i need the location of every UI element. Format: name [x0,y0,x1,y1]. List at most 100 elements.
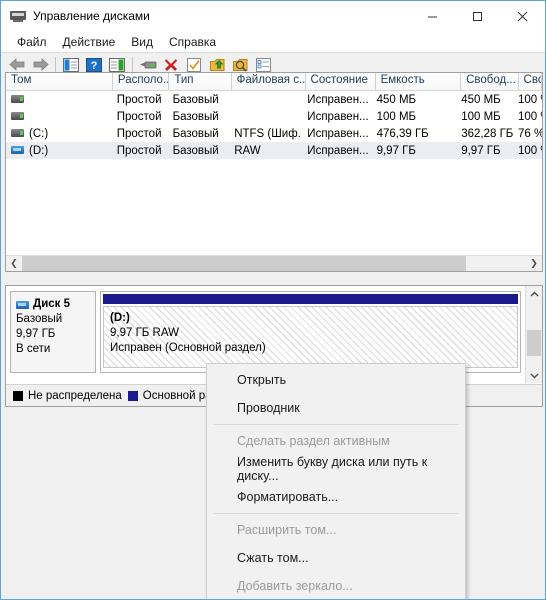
column-header-layout[interactable]: Располо... [113,73,169,90]
menu-item-mark-partition-active: Сделать раздел активным [207,427,465,455]
menu-help[interactable]: Справка [161,33,224,51]
cell-free-space: 450 МБ [456,94,513,106]
column-header-free-percent[interactable]: Своб [519,73,542,90]
cell-volume [6,94,112,106]
volume-list-header: Том Располо... Тип Файловая с... Состоян… [6,73,542,91]
menu-item-open[interactable]: Открыть [207,366,465,394]
cell-status: Исправен... [302,94,371,106]
partition-size-fs: 9,97 ГБ RAW [110,326,517,341]
menu-action[interactable]: Действие [55,33,124,51]
cell-type: Базовый [168,94,230,106]
cell-free-space: 362,28 ГБ [456,128,513,140]
table-row[interactable]: Простой Базовый Исправен... 100 МБ 100 М… [6,108,542,125]
cell-status: Исправен... [302,145,371,157]
partition-color-bar [103,294,518,304]
close-button[interactable] [500,1,545,31]
cell-capacity: 476,39 ГБ [372,128,457,140]
menu-item-explore[interactable]: Проводник [207,394,465,422]
volume-drive-icon [11,146,24,154]
menu-view[interactable]: Вид [123,33,161,51]
window-controls [410,1,545,31]
volume-drive-icon [11,129,24,137]
menu-item-add-mirror: Добавить зеркало... [207,572,465,600]
cell-free-percent: 100 % [513,94,542,106]
cell-capacity: 9,97 ГБ [372,145,457,157]
cell-layout: Простой [112,111,168,123]
minimize-button[interactable] [410,1,455,31]
maximize-button[interactable] [455,1,500,31]
menu-item-format[interactable]: Форматировать... [207,483,465,511]
volume-list-hscrollbar[interactable]: ❮ ❯ [6,255,542,271]
cell-status: Исправен... [302,128,371,140]
cell-filesystem: RAW [229,145,302,157]
cell-type: Базовый [168,111,230,123]
column-header-free-space[interactable]: Свобод... [461,73,518,90]
cell-free-percent: 100 % [513,111,542,123]
table-row[interactable]: Простой Базовый Исправен... 450 МБ 450 М… [6,91,542,108]
title-bar: Управление дисками [1,1,545,31]
menu-bar: Файл Действие Вид Справка [1,31,545,52]
cell-filesystem: NTFS (Шиф... [229,128,302,140]
menu-separator [213,513,459,514]
toolbar-separator [132,57,133,73]
volume-drive-icon [11,112,24,120]
legend-swatch-primary-icon [128,391,138,401]
disk-info-box[interactable]: Диск 5 Базовый 9,97 ГБ В сети [10,291,96,373]
cell-layout: Простой [112,94,168,106]
partition-box[interactable]: (D:) 9,97 ГБ RAW Исправен (Основной разд… [100,291,521,373]
cell-volume [6,111,112,123]
legend-label-unallocated: Не распределена [28,390,122,402]
disk-status: В сети [16,342,91,357]
column-header-volume[interactable]: Том [6,73,113,90]
menu-file[interactable]: Файл [9,33,55,51]
vscroll-thumb[interactable] [527,330,541,356]
partition-label: (D:) [110,311,517,326]
partition-status: Исправен (Основной раздел) [110,341,517,356]
cell-type: Базовый [168,145,230,157]
disk-management-window: Управление дисками Файл Действие Вид Спр… [0,0,546,600]
column-header-capacity[interactable]: Емкость [376,73,462,90]
cell-free-percent: 76 % [513,128,542,140]
disk-row: Диск 5 Базовый 9,97 ГБ В сети (D:) 9,97 … [10,291,525,373]
svg-text:?: ? [91,60,98,72]
menu-item-extend-volume: Расширить том... [207,516,465,544]
volume-list: Том Располо... Тип Файловая с... Состоян… [5,72,543,272]
column-header-filesystem[interactable]: Файловая с... [232,73,306,90]
hscroll-thumb[interactable] [22,256,466,271]
cell-capacity: 450 МБ [372,94,457,106]
cell-status: Исправен... [302,111,371,123]
disk-icon [16,301,29,309]
toolbar-separator [55,57,56,73]
legend-swatch-unallocated-icon [13,391,23,401]
disk-type: Базовый [16,312,91,327]
context-menu: Открыть Проводник Сделать раздел активны… [206,363,466,600]
cell-volume: (D:) [6,145,112,157]
partition-details[interactable]: (D:) 9,97 ГБ RAW Исправен (Основной разд… [103,306,518,368]
column-header-status[interactable]: Состояние [306,73,376,90]
disk-panel-vscrollbar[interactable] [525,286,542,383]
menu-item-shrink-volume[interactable]: Сжать том... [207,544,465,572]
table-row[interactable]: (D:) Простой Базовый RAW Исправен... 9,9… [6,142,542,159]
cell-type: Базовый [168,128,230,140]
cell-layout: Простой [112,128,168,140]
scroll-up-icon[interactable] [526,286,542,302]
scroll-down-icon[interactable] [526,367,543,383]
disk-size: 9,97 ГБ [16,327,91,342]
column-header-type[interactable]: Тип [169,73,231,90]
scroll-left-icon[interactable]: ❮ [6,256,22,271]
menu-item-change-drive-letter[interactable]: Изменить букву диска или путь к диску... [207,455,465,483]
menu-separator [213,424,459,425]
cell-layout: Простой [112,145,168,157]
cell-free-space: 9,97 ГБ [456,145,513,157]
disk-name: Диск 5 [33,297,70,312]
scroll-right-icon[interactable]: ❯ [526,256,542,271]
cell-capacity: 100 МБ [372,111,457,123]
cell-free-space: 100 МБ [456,111,513,123]
cell-volume: (C:) [6,128,112,140]
table-row[interactable]: (C:) Простой Базовый NTFS (Шиф... Исправ… [6,125,542,142]
hscroll-track[interactable] [22,256,526,271]
cell-free-percent: 100 % [513,145,542,157]
legend-item-unallocated: Не распределена [13,390,122,402]
disk-management-icon [10,8,26,24]
window-title: Управление дисками [33,9,150,23]
